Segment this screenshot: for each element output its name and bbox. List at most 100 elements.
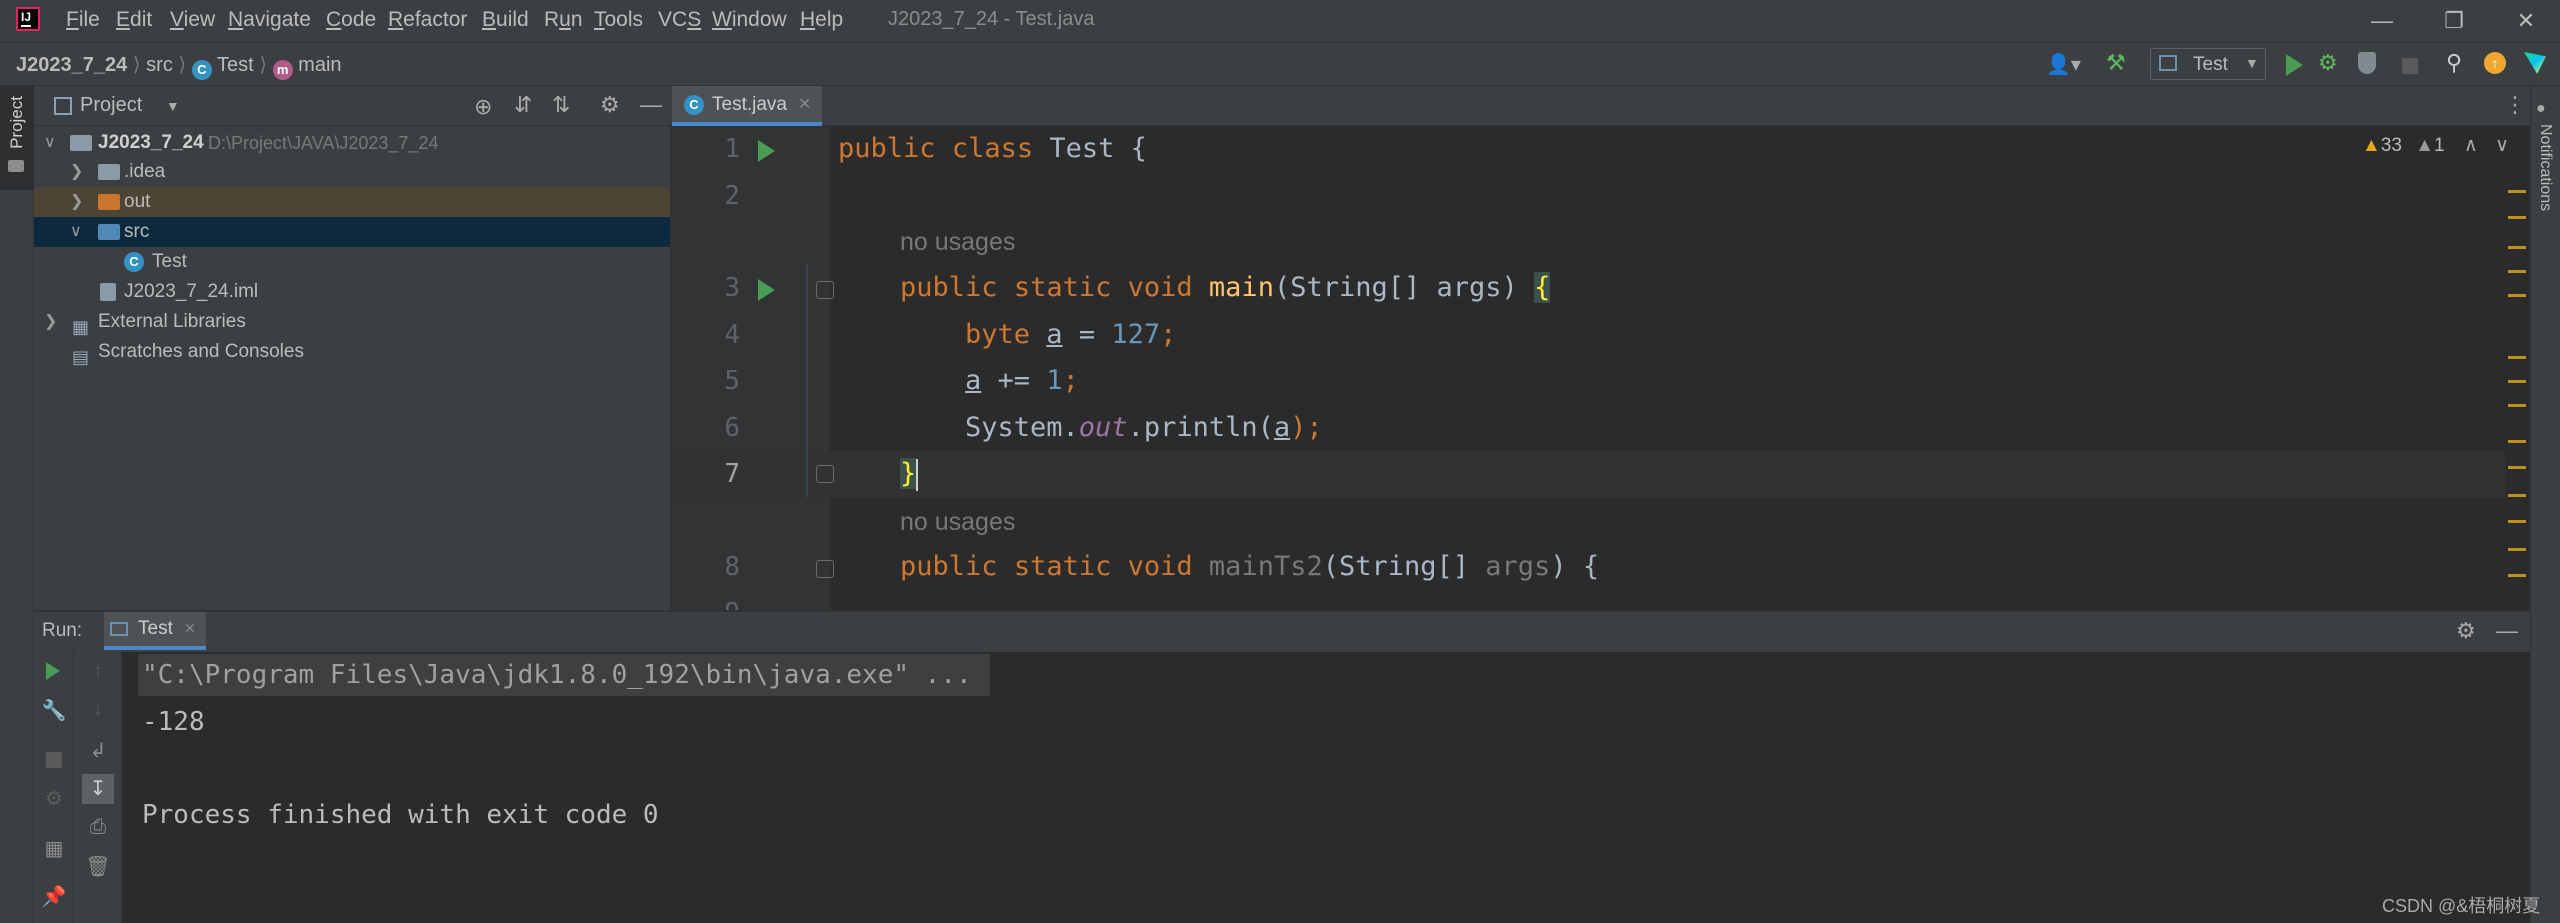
tab-test-java[interactable]: C Test.java ✕	[672, 86, 822, 126]
breadcrumb-separator: ⟩	[259, 54, 268, 76]
fold-icon[interactable]	[816, 560, 834, 578]
tree-item-label: src	[124, 221, 150, 242]
class-icon: C	[684, 95, 704, 115]
project-view-selector[interactable]: Project ▼	[80, 94, 180, 117]
menu-item-view[interactable]: View	[170, 8, 215, 36]
restore-button[interactable]: ❐	[2424, 4, 2484, 38]
expand-all-icon[interactable]: ⇵	[514, 92, 532, 118]
update-icon[interactable]: ↑	[2484, 52, 2506, 74]
minimize-button[interactable]: —	[2352, 4, 2412, 38]
print-icon[interactable]: ⎙	[78, 816, 118, 839]
menu-item-vcs[interactable]: VCS	[658, 8, 701, 36]
close-window-button[interactable]: ✕	[2496, 4, 2556, 38]
collapse-all-icon[interactable]: ⇅	[552, 92, 570, 118]
warning-stripe-mark[interactable]	[2508, 520, 2526, 523]
close-icon[interactable]: ✕	[184, 620, 196, 637]
menu-item-navigate[interactable]: Navigate	[228, 8, 311, 36]
hide-panel-icon[interactable]: —	[2496, 618, 2518, 644]
notifications-label[interactable]: Notifications	[2536, 124, 2554, 211]
dump-threads-icon[interactable]: ⚙	[34, 786, 74, 811]
arrow-down-icon[interactable]: ↓	[78, 698, 118, 721]
tree-item-out[interactable]: ❯ out	[34, 187, 670, 217]
user-icon[interactable]: 👤▾	[2046, 52, 2081, 77]
menu-item-help[interactable]: Help	[800, 8, 843, 36]
gear-icon[interactable]: ⚙	[600, 92, 620, 118]
hide-panel-icon[interactable]: —	[640, 92, 662, 118]
menu-item-refactor[interactable]: Refactor	[388, 8, 467, 36]
gear-icon[interactable]: ⚙	[2456, 618, 2476, 644]
layout-icon[interactable]: ▦	[34, 836, 74, 861]
menu-item-file[interactable]: File	[66, 8, 100, 36]
variable: a	[965, 365, 982, 396]
chevron-up-icon[interactable]: ∧	[2464, 135, 2478, 156]
menu-item-build[interactable]: Build	[482, 8, 529, 36]
usage-hint[interactable]: no usages	[900, 228, 1015, 257]
window-title: J2023_7_24 - Test.java	[888, 8, 1095, 30]
tree-item-test-class[interactable]: C Test	[34, 247, 670, 277]
locate-icon[interactable]: ⊕	[474, 94, 492, 120]
soft-wrap-icon[interactable]: ↲	[78, 738, 118, 763]
debug-icon[interactable]: ⚙	[2318, 50, 2338, 76]
warning-stripe-mark[interactable]	[2508, 548, 2526, 551]
menu-item-tools[interactable]: Tools	[594, 8, 643, 36]
scratches-icon: ▤	[72, 347, 90, 367]
tab-menu-icon[interactable]: ⋮	[2504, 92, 2526, 118]
params: (String[]	[1273, 272, 1437, 303]
usage-hint[interactable]: no usages	[900, 508, 1015, 537]
warning-stripe-mark[interactable]	[2508, 466, 2526, 469]
fold-icon[interactable]	[816, 465, 834, 483]
menu-item-code[interactable]: Code	[326, 8, 376, 36]
chevron-down-icon[interactable]: ∨	[2495, 135, 2509, 156]
run-icon[interactable]	[2286, 54, 2303, 76]
close-icon[interactable]: ✕	[798, 94, 811, 114]
code-line-3: public static void main(String[] args) {	[900, 272, 1551, 303]
run-tab-test[interactable]: Test ✕	[104, 612, 206, 650]
warning-stripe-mark[interactable]	[2508, 246, 2526, 249]
run-main-gutter-icon[interactable]	[758, 279, 775, 301]
tree-item-project-root[interactable]: ∨ J2023_7_24 D:\Project\JAVA\J2023_7_24	[34, 128, 670, 158]
code-editor[interactable]	[830, 126, 2505, 610]
arrow-up-icon[interactable]: ↑	[78, 660, 118, 683]
warning-stripe-mark[interactable]	[2508, 574, 2526, 577]
menu-item-edit[interactable]: Edit	[116, 8, 152, 36]
pin-icon[interactable]: 📌	[34, 884, 74, 909]
warning-stripe-mark[interactable]	[2508, 294, 2526, 297]
coverage-icon[interactable]	[2358, 52, 2376, 74]
warning-stripe-mark[interactable]	[2508, 440, 2526, 443]
breadcrumb-folder[interactable]: src	[146, 54, 173, 76]
warning-stripe-mark[interactable]	[2508, 190, 2526, 193]
tree-item-external-libraries[interactable]: ❯ ▦ External Libraries	[34, 307, 670, 337]
menu-item-run[interactable]: Run	[544, 8, 583, 36]
inspection-widget[interactable]: ▲33 ▲1 ∧ ∨	[2362, 134, 2509, 157]
run-config-selector[interactable]: Test ▼	[2150, 48, 2266, 80]
tree-item-scratches[interactable]: ▤ Scratches and Consoles	[34, 337, 670, 367]
weak-warning-icon: ▲	[2415, 135, 2435, 156]
tree-item-iml[interactable]: J2023_7_24.iml	[34, 277, 670, 307]
app-logo-icon[interactable]: IJ	[16, 7, 40, 31]
stop-icon[interactable]	[46, 752, 62, 768]
build-hammer-icon[interactable]: ⚒	[2106, 50, 2126, 76]
trash-icon[interactable]: 🗑	[78, 854, 118, 879]
warning-stripe-mark[interactable]	[2508, 216, 2526, 219]
search-icon[interactable]: ⚲	[2446, 50, 2462, 76]
scroll-to-end-icon[interactable]: ↧	[82, 774, 114, 804]
run-class-gutter-icon[interactable]	[758, 140, 775, 162]
warning-stripe-mark[interactable]	[2508, 270, 2526, 273]
breadcrumb-project[interactable]: J2023_7_24	[16, 54, 127, 76]
menu-item-window[interactable]: Window	[712, 8, 787, 36]
tree-item-idea[interactable]: ❯ .idea	[34, 157, 670, 187]
console-line-command[interactable]: "C:\Program Files\Java\jdk1.8.0_192\bin\…	[142, 660, 972, 690]
tree-item-src[interactable]: ∨ src	[34, 217, 670, 247]
notifications-icon[interactable]: ●	[2536, 100, 2546, 118]
breadcrumb-class[interactable]: Test	[217, 54, 254, 76]
stop-icon[interactable]	[2402, 58, 2418, 74]
warning-stripe-mark[interactable]	[2508, 380, 2526, 383]
wrench-icon[interactable]: 🔧	[34, 698, 74, 723]
breadcrumb-method[interactable]: main	[298, 54, 341, 76]
param-name: args	[1436, 272, 1502, 303]
warning-stripe-mark[interactable]	[2508, 404, 2526, 407]
rerun-icon[interactable]	[46, 662, 60, 680]
warning-stripe-mark[interactable]	[2508, 356, 2526, 359]
fold-icon[interactable]	[816, 281, 834, 299]
warning-stripe-mark[interactable]	[2508, 494, 2526, 497]
